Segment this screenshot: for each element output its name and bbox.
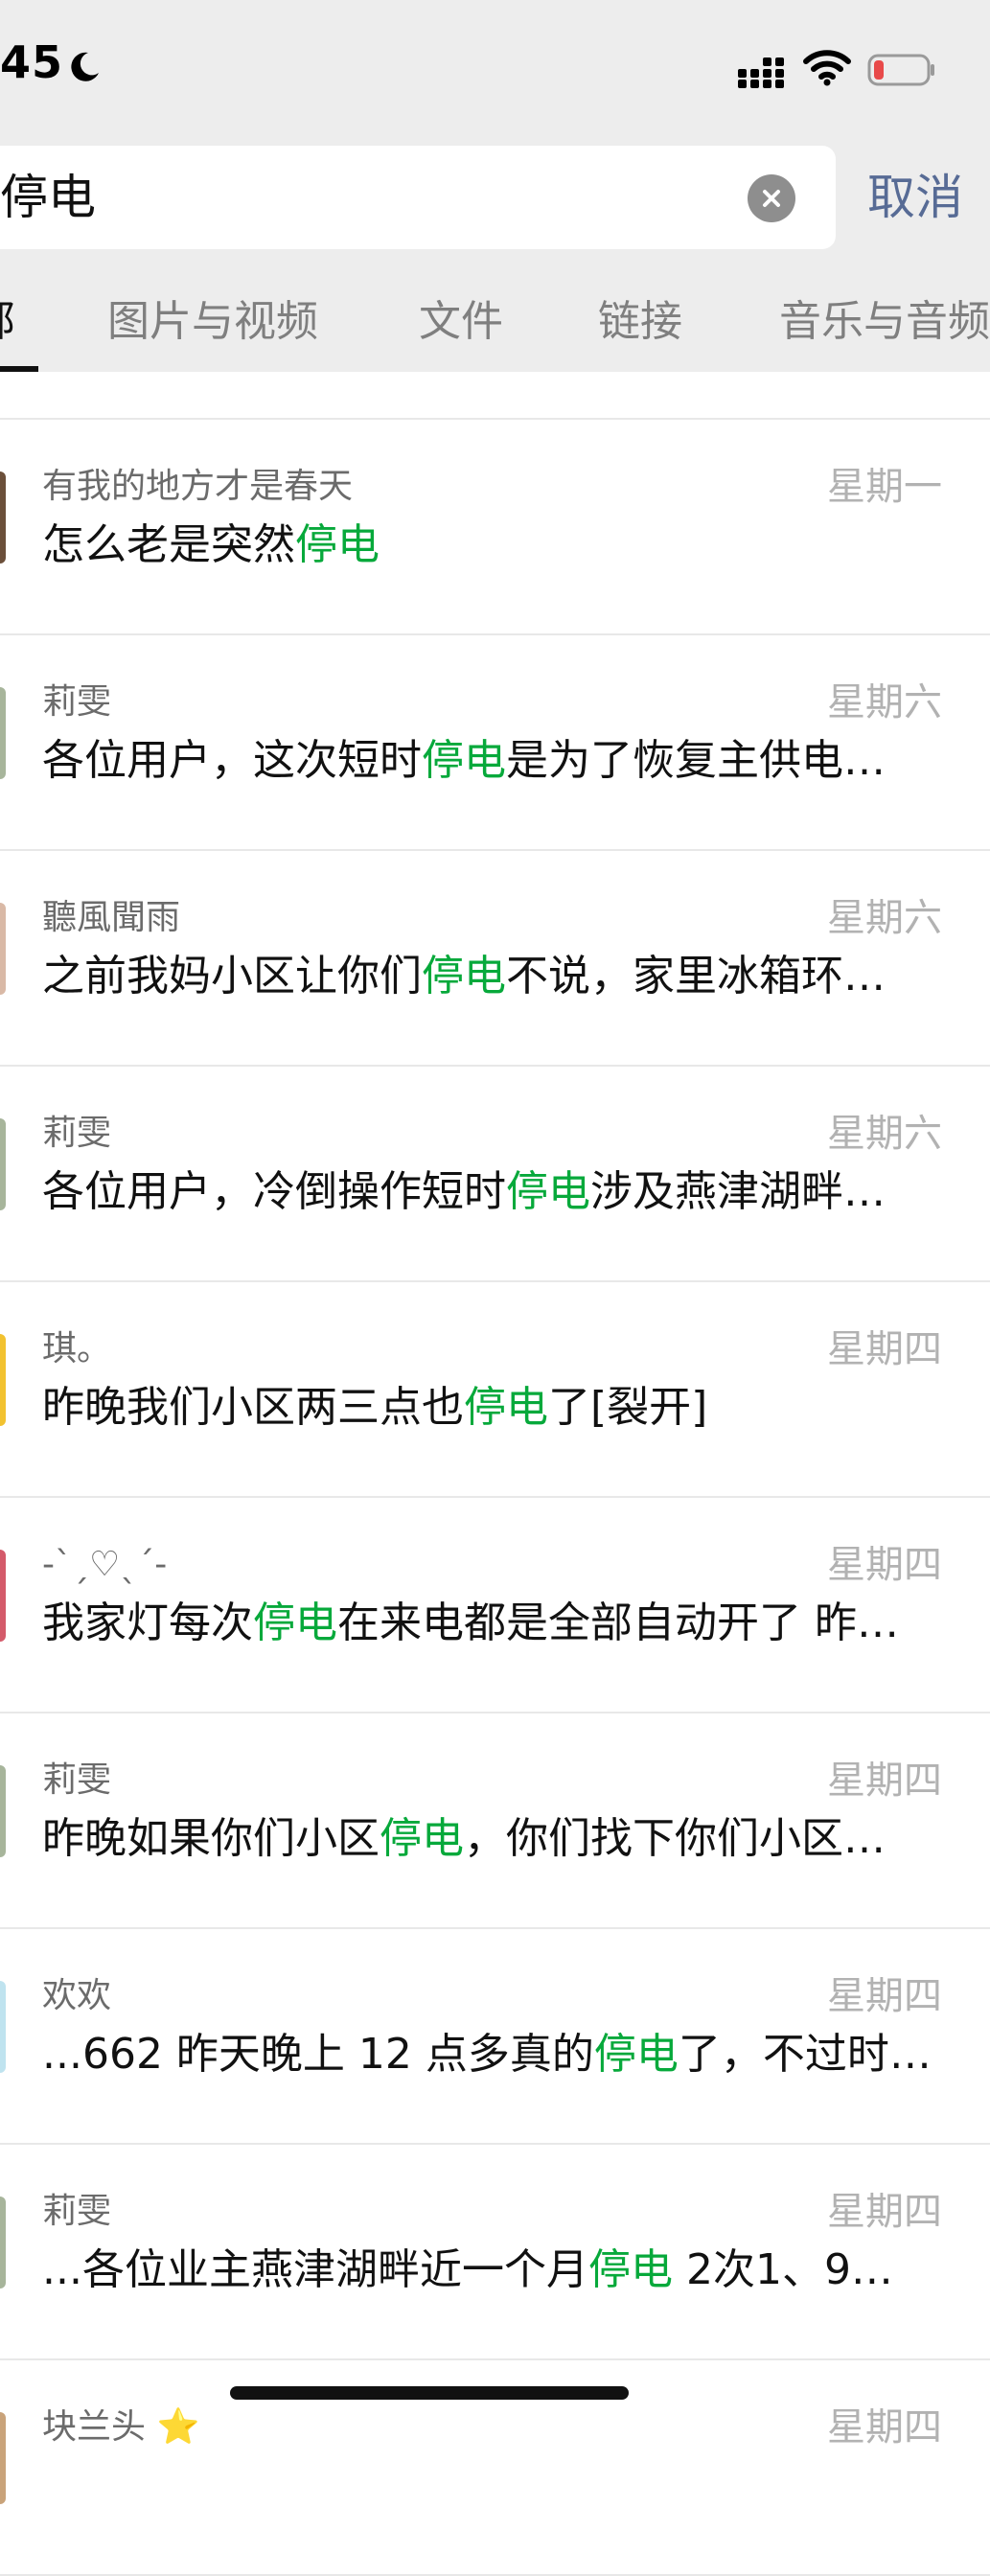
result-row[interactable]: 莉雯 星期四昨晚如果你们小区停电，你们找下你们小区… xyxy=(0,1714,990,1929)
tab-images-videos[interactable]: 图片与视频 xyxy=(107,295,318,349)
message-snippet: 各位用户，这次短时停电是为了恢复主供电… xyxy=(42,735,943,787)
avatar[interactable] xyxy=(0,903,6,995)
search-highlight: 停电 xyxy=(253,1598,337,1647)
search-highlight: 停电 xyxy=(422,952,506,1000)
battery-low-icon xyxy=(867,54,934,86)
sender-name: 欢欢 xyxy=(42,1976,112,2015)
result-row[interactable]: 聽風聞雨 星期六之前我妈小区让你们停电不说，家里冰箱环… xyxy=(0,851,990,1067)
message-snippet: 之前我妈小区让你们停电不说，家里冰箱环… xyxy=(42,951,943,1002)
sender-name: 琪。 xyxy=(42,1329,112,1368)
avatar[interactable] xyxy=(0,472,6,564)
message-day: 星期四 xyxy=(827,2405,942,2450)
close-icon xyxy=(763,190,780,207)
avatar[interactable] xyxy=(0,1118,6,1210)
search-highlight: 停电 xyxy=(506,1167,590,1216)
snippet-text: 各位用户，这次短时 xyxy=(42,736,422,785)
snippet-text: 怎么老是突然 xyxy=(42,520,295,569)
category-tabs: 部 图片与视频 文件 链接 音乐与音频 xyxy=(0,288,990,372)
message-day: 星期四 xyxy=(827,1327,942,1371)
sender-name: 莉雯 xyxy=(42,682,112,722)
result-row[interactable]: 莉雯 星期四 ...各位业主燕津湖畔近一个月停电 2次1、9… xyxy=(0,2145,990,2360)
avatar[interactable] xyxy=(0,1550,6,1642)
snippet-text: 我家灯每次 xyxy=(42,1598,253,1647)
sender-name: 莉雯 xyxy=(42,1760,112,1800)
snippet-text: 在来电都是全部自动开了 昨… xyxy=(337,1598,899,1647)
snippet-text: 昨晚我们小区两三点也 xyxy=(42,1383,464,1432)
message-snippet: ...662 昨天晚上 12 点多真的停电了，不过时… xyxy=(42,2029,943,2081)
result-row[interactable]: 琪。 星期四昨晚我们小区两三点也停电了[裂开] xyxy=(0,1282,990,1498)
message-day: 星期六 xyxy=(827,680,942,724)
result-row[interactable]: 莉雯 星期六各位用户，这次短时停电是为了恢复主供电… xyxy=(0,635,990,851)
message-snippet: 各位用户，冷倒操作短时停电涉及燕津湖畔… xyxy=(42,1166,943,1218)
snippet-text: 2次1、9… xyxy=(672,2245,893,2294)
sender-name: 块兰头 ⭐ xyxy=(42,2407,200,2447)
wifi-icon xyxy=(803,50,851,86)
avatar[interactable] xyxy=(0,1981,6,2073)
avatar[interactable] xyxy=(0,2412,6,2504)
message-snippet: 昨晚如果你们小区停电，你们找下你们小区… xyxy=(42,1813,943,1865)
search-highlight: 停电 xyxy=(464,1383,548,1432)
clear-search-button[interactable] xyxy=(748,174,795,222)
message-snippet: 我家灯每次停电在来电都是全部自动开了 昨… xyxy=(42,1598,943,1649)
status-bar: 45 xyxy=(0,0,990,134)
snippet-text: 不说，家里冰箱环… xyxy=(506,952,886,1000)
moon-icon xyxy=(71,52,99,81)
search-highlight: 停电 xyxy=(587,2245,673,2294)
message-snippet: 怎么老是突然停电 xyxy=(42,519,943,571)
sender-name: 莉雯 xyxy=(42,1114,112,1153)
result-row[interactable]: 莉雯 星期六各位用户，冷倒操作短时停电涉及燕津湖畔… xyxy=(0,1067,990,1282)
snippet-text: 了[裂开] xyxy=(548,1383,708,1432)
tab-active-indicator xyxy=(0,366,38,372)
snippet-text: ，你们找下你们小区… xyxy=(464,1814,886,1863)
message-day: 星期四 xyxy=(827,1759,942,1803)
snippet-text: ...各位业主燕津湖畔近一个月 xyxy=(42,2245,588,2294)
avatar[interactable] xyxy=(0,2196,6,2288)
cancel-button[interactable]: 取消 xyxy=(867,169,963,226)
search-box[interactable]: 停电 xyxy=(0,146,836,249)
signal-icon xyxy=(738,58,784,88)
search-input[interactable]: 停电 xyxy=(0,169,96,226)
home-indicator[interactable] xyxy=(230,2386,629,2400)
sender-name: 有我的地方才是春天 xyxy=(42,467,354,506)
search-highlight: 停电 xyxy=(422,736,506,785)
status-time: 45 xyxy=(0,36,64,88)
message-snippet: 昨晚我们小区两三点也停电了[裂开] xyxy=(42,1382,943,1434)
tab-music-audio[interactable]: 音乐与音频 xyxy=(779,295,990,349)
avatar[interactable] xyxy=(0,1334,6,1426)
search-highlight: 停电 xyxy=(295,520,380,569)
tab-links[interactable]: 链接 xyxy=(598,295,682,349)
snippet-text: 涉及燕津湖畔… xyxy=(590,1167,886,1216)
search-highlight: 停电 xyxy=(593,2030,679,2079)
message-day: 星期四 xyxy=(827,1543,942,1587)
tab-all[interactable]: 部 xyxy=(0,295,15,349)
snippet-text: 各位用户，冷倒操作短时 xyxy=(42,1167,506,1216)
message-day: 星期四 xyxy=(827,2190,942,2234)
sender-name: 聽風聞雨 xyxy=(42,898,181,937)
snippet-text: 了，不过时… xyxy=(678,2030,932,2079)
message-day: 星期六 xyxy=(827,896,942,940)
snippet-text: 是为了恢复主供电… xyxy=(506,736,886,785)
snippet-text: 昨晚如果你们小区 xyxy=(42,1814,380,1863)
tab-files[interactable]: 文件 xyxy=(419,295,503,349)
sender-name: -ˋˏ♡ˎˊ- xyxy=(42,1545,168,1584)
search-highlight: 停电 xyxy=(380,1814,464,1863)
top-area: 45 停电 取消 图片与视频 文件 链接 音乐与音频 xyxy=(0,0,990,372)
message-day: 星期一 xyxy=(827,465,942,509)
message-day: 星期六 xyxy=(827,1112,942,1156)
snippet-text: 之前我妈小区让你们 xyxy=(42,952,422,1000)
message-snippet: ...各位业主燕津湖畔近一个月停电 2次1、9… xyxy=(42,2244,943,2296)
sender-name: 莉雯 xyxy=(42,2192,112,2231)
result-row[interactable]: -ˋˏ♡ˎˊ- 星期四我家灯每次停电在来电都是全部自动开了 昨… xyxy=(0,1498,990,1714)
snippet-text: ...662 昨天晚上 12 点多真的 xyxy=(42,2030,594,2079)
message-day: 星期四 xyxy=(827,1974,942,2018)
result-row[interactable]: 有我的地方才是春天 星期一怎么老是突然停电 xyxy=(0,420,990,635)
result-row[interactable]: 欢欢 星期四 ...662 昨天晚上 12 点多真的停电了，不过时… xyxy=(0,1929,990,2145)
avatar[interactable] xyxy=(0,687,6,779)
avatar[interactable] xyxy=(0,1765,6,1857)
